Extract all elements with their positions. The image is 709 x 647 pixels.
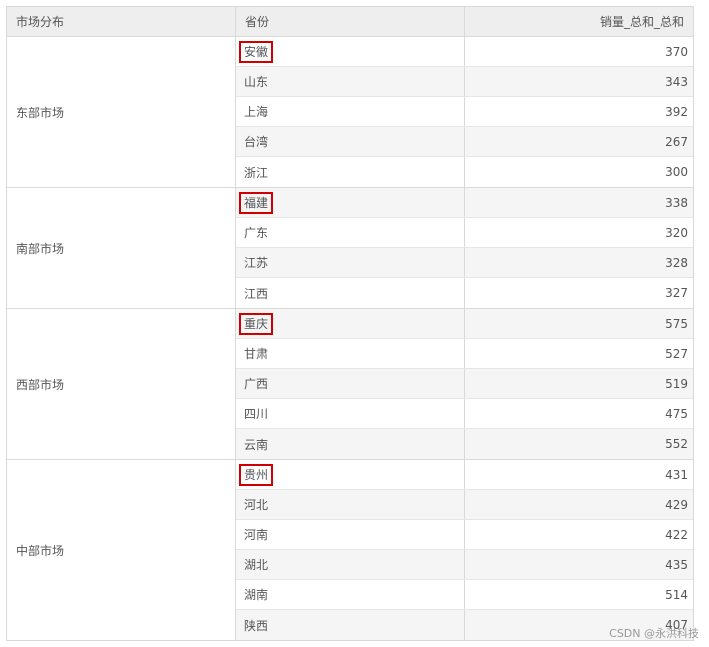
province-cell[interactable]: 重庆 — [236, 309, 465, 338]
province-label: 江西 — [244, 286, 269, 301]
sales-value-cell[interactable]: 429 — [465, 490, 693, 519]
table-row[interactable]: 广东 320 — [236, 218, 693, 248]
province-label: 上海 — [244, 105, 269, 119]
watermark-text: CSDN @永洪科技 — [609, 627, 699, 640]
province-cell[interactable]: 云南 — [236, 429, 465, 459]
table-row[interactable]: 云南 552 — [236, 429, 693, 459]
market-group: 西部市场 重庆 575 甘肃 527 广西 519 四川 475 云南 552 — [7, 309, 693, 460]
sales-value-cell[interactable]: 435 — [465, 550, 693, 579]
province-cell[interactable]: 四川 — [236, 399, 465, 428]
province-label: 广西 — [244, 377, 269, 391]
province-cell[interactable]: 福建 — [236, 188, 465, 217]
highlighted-province-label: 重庆 — [239, 312, 274, 335]
table-row[interactable]: 福建 338 — [236, 188, 693, 218]
province-cell[interactable]: 上海 — [236, 97, 465, 126]
province-label: 河北 — [244, 498, 269, 512]
province-label: 四川 — [244, 407, 269, 421]
table-row[interactable]: 上海 392 — [236, 97, 693, 127]
market-cell[interactable]: 南部市场 — [7, 188, 236, 308]
sales-value-cell[interactable]: 519 — [465, 369, 693, 398]
province-label: 甘肃 — [244, 347, 269, 361]
province-label: 山东 — [244, 75, 269, 89]
table-row[interactable]: 四川 475 — [236, 399, 693, 429]
province-label: 云南 — [244, 437, 269, 452]
province-cell[interactable]: 湖北 — [236, 550, 465, 579]
table-row[interactable]: 台湾 267 — [236, 127, 693, 157]
highlighted-province-label: 福建 — [239, 191, 274, 214]
province-cell[interactable]: 河北 — [236, 490, 465, 519]
province-cell[interactable]: 广西 — [236, 369, 465, 398]
sales-value-cell[interactable]: 392 — [465, 97, 693, 126]
sales-value-cell[interactable]: 328 — [465, 248, 693, 277]
market-cell[interactable]: 东部市场 — [7, 37, 236, 187]
column-header-market[interactable]: 市场分布 — [7, 7, 236, 36]
column-header-sales-total[interactable]: 销量_总和_总和 — [465, 7, 693, 36]
sales-value-cell[interactable]: 575 — [465, 309, 693, 338]
sales-value-cell[interactable]: 267 — [465, 127, 693, 156]
province-cell[interactable]: 江西 — [236, 278, 465, 308]
sales-value-cell[interactable]: 327 — [465, 278, 693, 308]
table-body: 东部市场 安徽 370 山东 343 上海 392 台湾 267 浙江 300 南部市场 福建 338 广东… — [7, 37, 693, 640]
table-row[interactable]: 甘肃 527 — [236, 339, 693, 369]
sales-value-cell[interactable]: 527 — [465, 339, 693, 368]
province-cell[interactable]: 河南 — [236, 520, 465, 549]
province-label: 江苏 — [244, 256, 269, 270]
province-label: 浙江 — [244, 165, 269, 180]
table-header: 市场分布 省份 销量_总和_总和 — [7, 7, 693, 37]
province-cell[interactable]: 台湾 — [236, 127, 465, 156]
table-row[interactable]: 湖北 435 — [236, 550, 693, 580]
sales-pivot-table: 市场分布 省份 销量_总和_总和 东部市场 安徽 370 山东 343 上海 392 台湾 26… — [6, 6, 694, 641]
sales-value-cell[interactable]: 431 — [465, 460, 693, 489]
province-cell[interactable]: 江苏 — [236, 248, 465, 277]
table-row[interactable]: 河北 429 — [236, 490, 693, 520]
market-group: 南部市场 福建 338 广东 320 江苏 328 江西 327 — [7, 188, 693, 309]
column-header-province[interactable]: 省份 — [236, 7, 465, 36]
province-cell[interactable]: 山东 — [236, 67, 465, 96]
sales-value-cell[interactable]: 370 — [465, 37, 693, 66]
table-row[interactable]: 山东 343 — [236, 67, 693, 97]
province-label: 台湾 — [244, 135, 269, 149]
province-cell[interactable]: 甘肃 — [236, 339, 465, 368]
province-rows: 贵州 431 河北 429 河南 422 湖北 435 湖南 514 陕西 407 — [236, 460, 693, 640]
province-label: 湖北 — [244, 558, 269, 572]
sales-value-cell[interactable]: 552 — [465, 429, 693, 459]
table-row[interactable]: 贵州 431 — [236, 460, 693, 490]
table-row[interactable]: 江苏 328 — [236, 248, 693, 278]
highlighted-province-label: 贵州 — [239, 463, 274, 486]
table-row[interactable]: 安徽 370 — [236, 37, 693, 67]
province-label: 湖南 — [244, 588, 269, 602]
sales-value-cell[interactable]: 300 — [465, 157, 693, 187]
sales-value-cell[interactable]: 320 — [465, 218, 693, 247]
province-cell[interactable]: 广东 — [236, 218, 465, 247]
sales-value-cell[interactable]: 422 — [465, 520, 693, 549]
province-label: 广东 — [244, 226, 269, 240]
province-cell[interactable]: 安徽 — [236, 37, 465, 66]
market-cell[interactable]: 中部市场 — [7, 460, 236, 640]
table-row[interactable]: 浙江 300 — [236, 157, 693, 187]
table-row[interactable]: 重庆 575 — [236, 309, 693, 339]
province-rows: 福建 338 广东 320 江苏 328 江西 327 — [236, 188, 693, 308]
table-row[interactable]: 广西 519 — [236, 369, 693, 399]
table-row[interactable]: 湖南 514 — [236, 580, 693, 610]
province-rows: 安徽 370 山东 343 上海 392 台湾 267 浙江 300 — [236, 37, 693, 187]
province-cell[interactable]: 贵州 — [236, 460, 465, 489]
sales-value-cell[interactable]: 338 — [465, 188, 693, 217]
market-group: 东部市场 安徽 370 山东 343 上海 392 台湾 267 浙江 300 — [7, 37, 693, 188]
sales-value-cell[interactable]: 343 — [465, 67, 693, 96]
sales-value-cell[interactable]: 475 — [465, 399, 693, 428]
highlighted-province-label: 安徽 — [239, 40, 274, 63]
table-row[interactable]: 江西 327 — [236, 278, 693, 308]
province-cell[interactable]: 湖南 — [236, 580, 465, 609]
market-cell[interactable]: 西部市场 — [7, 309, 236, 459]
province-rows: 重庆 575 甘肃 527 广西 519 四川 475 云南 552 — [236, 309, 693, 459]
province-label: 河南 — [244, 528, 269, 542]
province-label: 陕西 — [244, 618, 269, 633]
market-group: 中部市场 贵州 431 河北 429 河南 422 湖北 435 湖南 514 陕西 407 — [7, 460, 693, 640]
province-cell[interactable]: 浙江 — [236, 157, 465, 187]
province-cell[interactable]: 陕西 — [236, 610, 465, 640]
sales-value-cell[interactable]: 514 — [465, 580, 693, 609]
table-row[interactable]: 河南 422 — [236, 520, 693, 550]
